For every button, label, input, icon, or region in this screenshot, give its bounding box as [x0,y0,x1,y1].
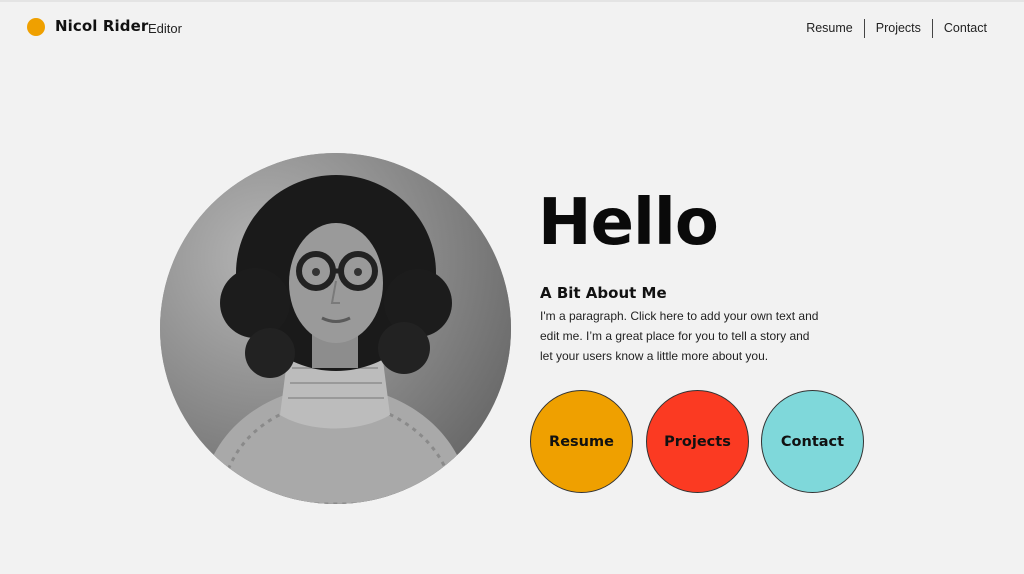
portrait-photo-icon [160,153,511,504]
resume-button[interactable]: Resume [530,390,633,493]
portrait-image [160,153,511,504]
about-title: A Bit About Me [540,284,667,302]
nav-item-resume[interactable]: Resume [795,19,864,38]
resume-button-label: Resume [549,433,614,450]
brand-dot-icon [27,18,45,36]
contact-button-label: Contact [780,433,845,450]
projects-button-label: Projects [664,433,731,450]
site-tagline: Editor [148,21,182,36]
projects-button[interactable]: Projects [646,390,749,493]
contact-button[interactable]: Contact [761,390,864,493]
site-header: Nicol Rider Editor Resume Projects Conta… [0,0,1024,54]
site-title[interactable]: Nicol Rider [55,17,148,35]
nav-item-projects[interactable]: Projects [865,19,932,38]
about-paragraph: I'm a paragraph. Click here to add your … [540,309,819,363]
nav-item-contact[interactable]: Contact [933,19,987,38]
hero-heading: Hello [538,186,719,260]
main-nav: Resume Projects Contact [795,19,987,38]
